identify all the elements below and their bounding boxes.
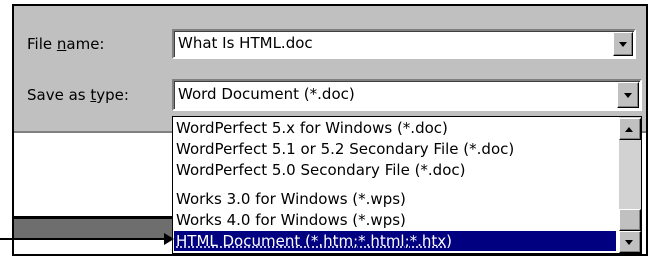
- list-item[interactable]: WordPerfect 5.x for Windows (*.doc): [176, 118, 448, 138]
- save-as-type-dropdown-list[interactable]: WordPerfect 5.x for Windows (*.doc) Word…: [172, 116, 642, 254]
- chevron-down-icon: [624, 93, 632, 98]
- chevron-down-icon: [619, 42, 627, 47]
- scroll-down-button[interactable]: [619, 231, 641, 253]
- toolbar-strip: [14, 216, 172, 238]
- callout-arrow-icon: [164, 233, 174, 245]
- list-item[interactable]: Works 3.0 for Windows (*.wps): [176, 189, 406, 209]
- save-as-type-label: Save as type:: [27, 86, 129, 104]
- list-item[interactable]: Works 4.0 for Windows (*.wps): [176, 210, 406, 230]
- dropdown-scrollbar[interactable]: [619, 117, 641, 253]
- file-name-field[interactable]: What Is HTML.doc: [172, 29, 636, 59]
- save-as-type-value: Word Document (*.doc): [178, 85, 355, 103]
- save-as-type-dropdown-button[interactable]: [617, 82, 639, 108]
- save-as-dialog-panel: File name: What Is HTML.doc Save as type…: [14, 6, 646, 131]
- scroll-up-button[interactable]: [619, 118, 641, 140]
- list-item[interactable]: WordPerfect 5.0 Secondary File (*.doc): [176, 160, 465, 180]
- callout-line: [0, 238, 166, 240]
- scroll-thumb[interactable]: [619, 209, 641, 231]
- scroll-up-icon: [625, 127, 633, 132]
- file-name-label: File name:: [27, 35, 105, 53]
- list-item[interactable]: WordPerfect 5.1 or 5.2 Secondary File (*…: [176, 139, 514, 159]
- list-item-selected[interactable]: HTML Document (*.htm;*.html;*.htx): [174, 231, 616, 251]
- save-as-type-select[interactable]: Word Document (*.doc): [172, 79, 642, 111]
- file-name-value: What Is HTML.doc: [178, 34, 313, 52]
- file-name-dropdown-button[interactable]: [613, 32, 633, 56]
- scroll-down-icon: [625, 240, 633, 245]
